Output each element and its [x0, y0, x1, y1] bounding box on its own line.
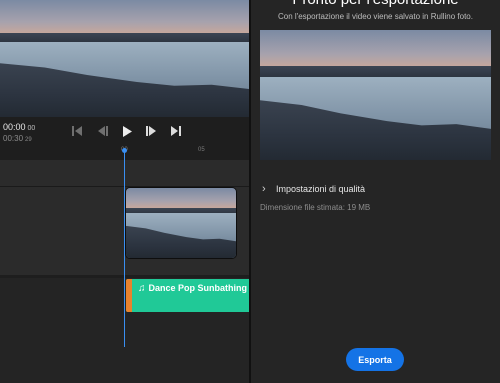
- export-title: Pronto per l'esportazione: [251, 0, 500, 8]
- quality-settings-label: Impostazioni di qualità: [276, 184, 366, 194]
- export-preview: [260, 30, 491, 160]
- estimated-file-size: Dimensione file stimata: 19 MB: [260, 203, 371, 212]
- skip-to-start-icon[interactable]: [70, 125, 84, 137]
- audio-clip-label: ♫ Dance Pop Sunbathing F: [138, 283, 249, 294]
- step-back-icon[interactable]: [95, 125, 109, 137]
- audio-clip[interactable]: ♫ Dance Pop Sunbathing F: [126, 279, 249, 312]
- video-preview[interactable]: [0, 0, 249, 117]
- play-icon[interactable]: [120, 125, 134, 137]
- playhead[interactable]: [124, 151, 125, 347]
- export-button[interactable]: Esporta: [346, 348, 404, 371]
- ruler-label-1: 05: [198, 147, 205, 153]
- step-forward-icon[interactable]: [144, 125, 158, 137]
- music-note-icon: ♫: [138, 283, 146, 294]
- quality-settings-row[interactable]: › Impostazioni di qualità: [262, 183, 365, 195]
- video-clip[interactable]: [126, 188, 236, 258]
- total-time: 00:30 29: [3, 134, 32, 143]
- editor-panel: 00:0000 00:3029 00 05: [0, 0, 249, 383]
- audio-clip-title: Dance Pop Sunbathing F: [148, 283, 250, 293]
- audio-trim-handle[interactable]: [126, 279, 132, 312]
- skip-to-end-icon[interactable]: [169, 125, 183, 137]
- export-panel: Pronto per l'esportazione Con l'esportaz…: [251, 0, 500, 383]
- current-time: 00:00 00: [3, 122, 36, 132]
- chevron-right-icon: ›: [262, 183, 266, 195]
- export-subtitle: Con l'esportazione il video viene salvat…: [278, 12, 473, 21]
